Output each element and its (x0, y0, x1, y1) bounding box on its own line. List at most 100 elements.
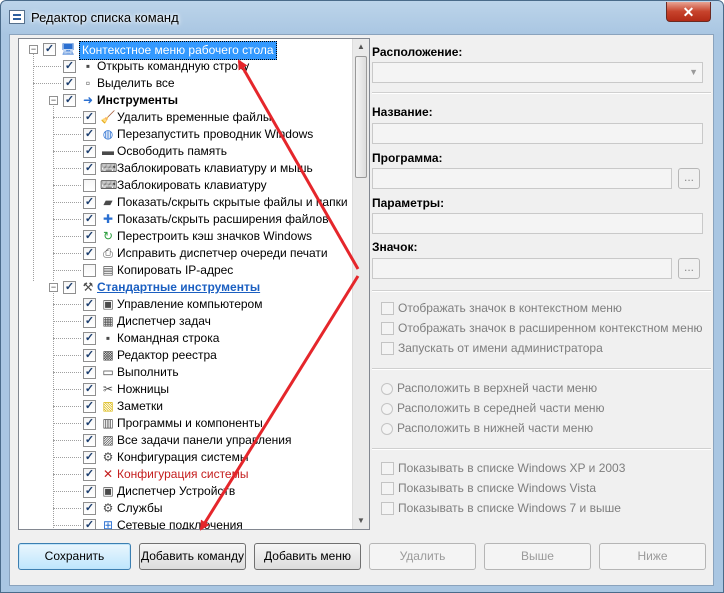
checked-checkbox-icon[interactable]: ✓ (83, 519, 96, 529)
tree-item-label: Управление компьютером (117, 297, 263, 311)
checked-checkbox-icon[interactable]: ✓ (83, 230, 96, 243)
show-xp-checkbox[interactable]: Показывать в списке Windows XP и 2003 (381, 460, 625, 478)
delete-button[interactable]: Удалить (369, 543, 476, 570)
checked-checkbox-icon[interactable]: ✓ (83, 332, 96, 345)
tree-item[interactable]: ✓ ▪ Открыть командную строку (19, 58, 352, 75)
tree-item[interactable]: − ✓ ⚒ Стандартные инструменты (19, 279, 352, 296)
icon-browse-button[interactable]: ... (678, 258, 700, 279)
position-bottom-radio[interactable]: Расположить в нижней части меню (381, 420, 593, 438)
puzzle-icon: ✚ (102, 212, 114, 226)
position-top-label: Расположить в верхней части меню (397, 381, 598, 395)
checked-checkbox-icon[interactable]: ✓ (83, 434, 96, 447)
checked-checkbox-icon[interactable]: ✓ (83, 111, 96, 124)
show-7-checkbox[interactable]: Показывать в списке Windows 7 и выше (381, 500, 621, 518)
checked-checkbox-icon[interactable]: ✓ (63, 94, 76, 107)
tree-item[interactable]: ✓ ▧ Заметки (19, 398, 352, 415)
tree-item[interactable]: ✓ ▩ Редактор реестра (19, 347, 352, 364)
checked-checkbox-icon[interactable]: ✓ (83, 366, 96, 379)
tree-item[interactable]: ✓ ⚙ Конфигурация системы (19, 449, 352, 466)
checked-checkbox-icon[interactable]: ✓ (83, 485, 96, 498)
checked-checkbox-icon[interactable]: ✓ (83, 196, 96, 209)
tree-item[interactable]: ✓ ▨ Все задачи панели управления (19, 432, 352, 449)
tree-item[interactable]: ✓ ↻ Перестроить кэш значков Windows (19, 228, 352, 245)
checked-checkbox-icon[interactable]: ✓ (83, 247, 96, 260)
unchecked-checkbox-icon[interactable]: ✓ (83, 179, 96, 192)
tree-item[interactable]: ✓ ◍ Перезапустить проводник Windows (19, 126, 352, 143)
name-input[interactable] (372, 123, 703, 144)
checked-checkbox-icon[interactable]: ✓ (83, 468, 96, 481)
tree-item[interactable]: ✓ ▰ Показать/скрыть скрытые файлы и папки (19, 194, 352, 211)
show-vista-checkbox[interactable]: Показывать в списке Windows Vista (381, 480, 596, 498)
checked-checkbox-icon[interactable]: ✓ (83, 451, 96, 464)
checked-checkbox-icon[interactable]: ✓ (83, 145, 96, 158)
program-label: Программа: (372, 151, 443, 165)
scroll-down-arrow-icon[interactable]: ▼ (353, 513, 369, 529)
tree-item[interactable]: ✓ ▦ Диспетчер задач (19, 313, 352, 330)
checked-checkbox-icon[interactable]: ✓ (63, 77, 76, 90)
unchecked-checkbox-icon[interactable]: ✓ (83, 264, 96, 277)
tree-item[interactable]: ✓ ⊞ Сетевые подключения (19, 517, 352, 530)
add-menu-button[interactable]: Добавить меню (254, 543, 361, 570)
params-input[interactable] (372, 213, 703, 234)
program-input[interactable] (372, 168, 672, 189)
add-command-button[interactable]: Добавить команду (139, 543, 246, 570)
network-icon: ⊞ (102, 518, 114, 530)
tree-item[interactable]: ✓ ▥ Программы и компоненты (19, 415, 352, 432)
tree-item[interactable]: ✓ ✂ Ножницы (19, 381, 352, 398)
show-icon-context-checkbox[interactable]: Отображать значок в контекстном меню (381, 300, 622, 318)
tree-item[interactable]: ✓ ▤Копировать IP-адрес (19, 262, 352, 279)
tree-item[interactable]: ✓ ⚙ Службы (19, 500, 352, 517)
tree-item[interactable]: ✓ 🧹 Удалить временные файлы (19, 109, 352, 126)
position-middle-radio[interactable]: Расположить в середней части меню (381, 400, 605, 418)
tree-scrollbar[interactable]: ▲ ▼ (352, 39, 369, 529)
tree-item[interactable]: ✓ ▬ Освободить память (19, 143, 352, 160)
command-tree[interactable]: − ✓ 🖥 Контекстное меню рабочего стола ✓ ▪ Откр… (18, 38, 370, 530)
tree-item[interactable]: ✓ ▫ Выделить все (19, 75, 352, 92)
tree-item-label: Конфигурация системы (117, 467, 249, 481)
move-up-button[interactable]: Выше (484, 543, 591, 570)
tree-item[interactable]: ✓ ▪ Командная строка (19, 330, 352, 347)
save-button[interactable]: Сохранить (18, 543, 131, 570)
program-browse-button[interactable]: ... (678, 168, 700, 189)
run-as-admin-checkbox[interactable]: Запускать от имени администратора (381, 340, 603, 358)
close-button[interactable]: ✕ (666, 2, 711, 22)
tree-item[interactable]: ✓ ▭ Выполнить (19, 364, 352, 381)
checked-checkbox-icon[interactable]: ✓ (63, 281, 76, 294)
scroll-up-arrow-icon[interactable]: ▲ (353, 39, 369, 55)
tree-items: − ✓ 🖥 Контекстное меню рабочего стола ✓ ▪ Откр… (19, 39, 352, 529)
tree-connector-line (53, 355, 81, 356)
location-dropdown[interactable]: ▼ (372, 62, 703, 83)
checked-checkbox-icon[interactable]: ✓ (83, 298, 96, 311)
tree-collapse-icon[interactable]: − (29, 45, 38, 54)
checked-checkbox-icon[interactable]: ✓ (43, 43, 56, 56)
tree-item[interactable]: ✓ ✕ Конфигурация системы (19, 466, 352, 483)
tree-item[interactable]: ✓ ⌨ Заблокировать клавиатуру и мышь (19, 160, 352, 177)
tree-collapse-icon[interactable]: − (49, 283, 58, 292)
tree-item[interactable]: − ✓ ➜ Инструменты (19, 92, 352, 109)
tree-collapse-icon[interactable]: − (49, 96, 58, 105)
separator (372, 290, 711, 292)
checked-checkbox-icon[interactable]: ✓ (63, 60, 76, 73)
checked-checkbox-icon[interactable]: ✓ (83, 383, 96, 396)
tree-item[interactable]: ✓ ⎙ Исправить диспетчер очереди печати (19, 245, 352, 262)
title-bar[interactable]: Редактор списка команд ✕ (1, 1, 723, 35)
icon-input[interactable] (372, 258, 672, 279)
checked-checkbox-icon[interactable]: ✓ (83, 128, 96, 141)
tree-item[interactable]: ✓ ▣ Управление компьютером (19, 296, 352, 313)
show-icon-extended-checkbox[interactable]: Отображать значок в расширенном контекст… (381, 320, 702, 338)
checked-checkbox-icon[interactable]: ✓ (83, 417, 96, 430)
app-icon (9, 10, 25, 24)
tree-item[interactable]: − ✓ 🖥 Контекстное меню рабочего стола (19, 41, 352, 60)
tree-item[interactable]: ✓ ▣ Диспетчер Устройств (19, 483, 352, 500)
checked-checkbox-icon[interactable]: ✓ (83, 162, 96, 175)
checked-checkbox-icon[interactable]: ✓ (83, 213, 96, 226)
move-down-button[interactable]: Ниже (599, 543, 706, 570)
checked-checkbox-icon[interactable]: ✓ (83, 502, 96, 515)
tree-item[interactable]: ✓ ⌨Заблокировать клавиатуру (19, 177, 352, 194)
checked-checkbox-icon[interactable]: ✓ (83, 315, 96, 328)
tree-item[interactable]: ✓ ✚ Показать/скрыть расширения файлов (19, 211, 352, 228)
checked-checkbox-icon[interactable]: ✓ (83, 349, 96, 362)
position-top-radio[interactable]: Расположить в верхней части меню (381, 380, 597, 398)
checked-checkbox-icon[interactable]: ✓ (83, 400, 96, 413)
scrollbar-thumb[interactable] (355, 56, 367, 178)
